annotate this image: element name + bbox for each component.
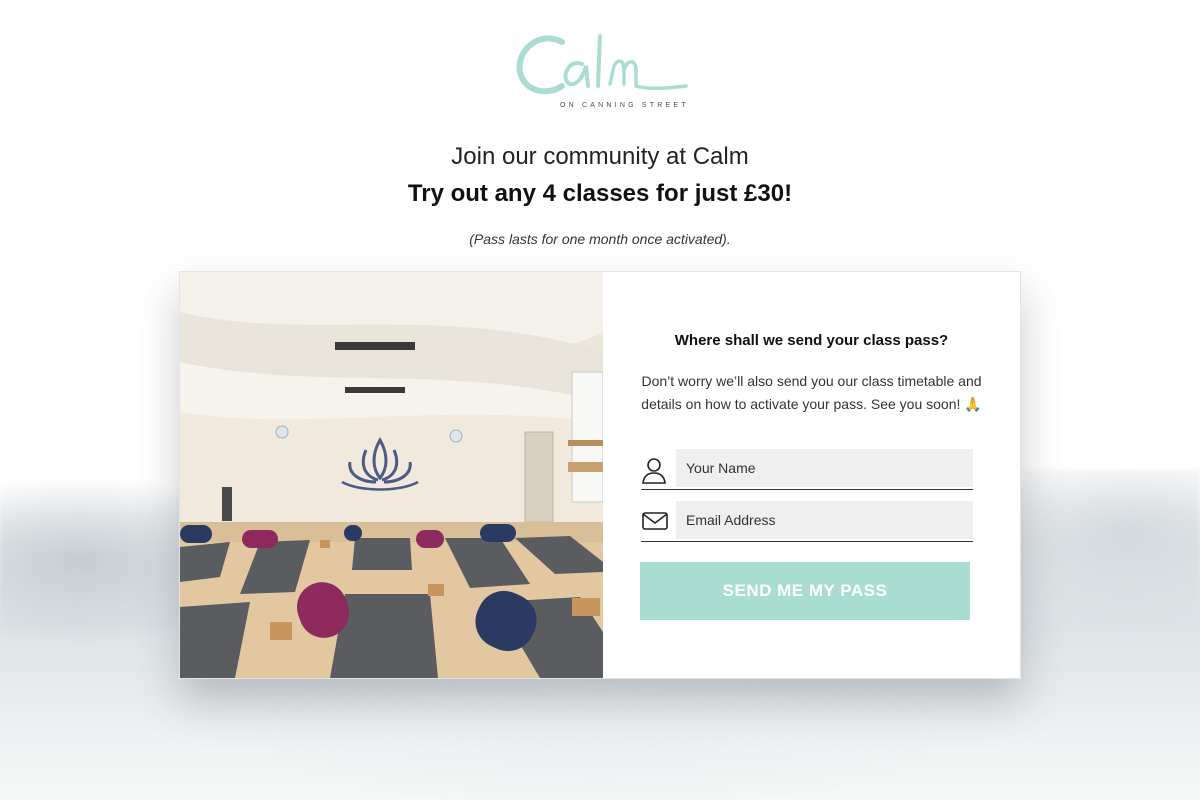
form-description: Don’t worry we’ll also send you our clas… — [641, 373, 982, 412]
yoga-studio-photo — [180, 272, 603, 678]
send-pass-button[interactable]: SEND ME MY PASS — [640, 562, 970, 620]
form-title: Where shall we send your class pass? — [674, 332, 949, 349]
envelope-icon — [641, 507, 671, 537]
email-input[interactable] — [676, 501, 973, 539]
logo-subtitle: ON CANNING STREET — [560, 102, 689, 109]
name-input[interactable] — [676, 449, 973, 487]
signup-form: Where shall we send your class pass? Don… — [603, 272, 1020, 678]
pass-note: (Pass lasts for one month once activated… — [469, 231, 731, 247]
page-headline: Join our community at Calm — [451, 143, 749, 170]
name-field — [641, 449, 973, 490]
user-icon — [641, 455, 671, 485]
offer-headline: Try out any 4 classes for just £30! — [407, 180, 793, 207]
signup-card: Where shall we send your class pass? Don… — [179, 271, 1021, 679]
email-field — [641, 501, 973, 542]
